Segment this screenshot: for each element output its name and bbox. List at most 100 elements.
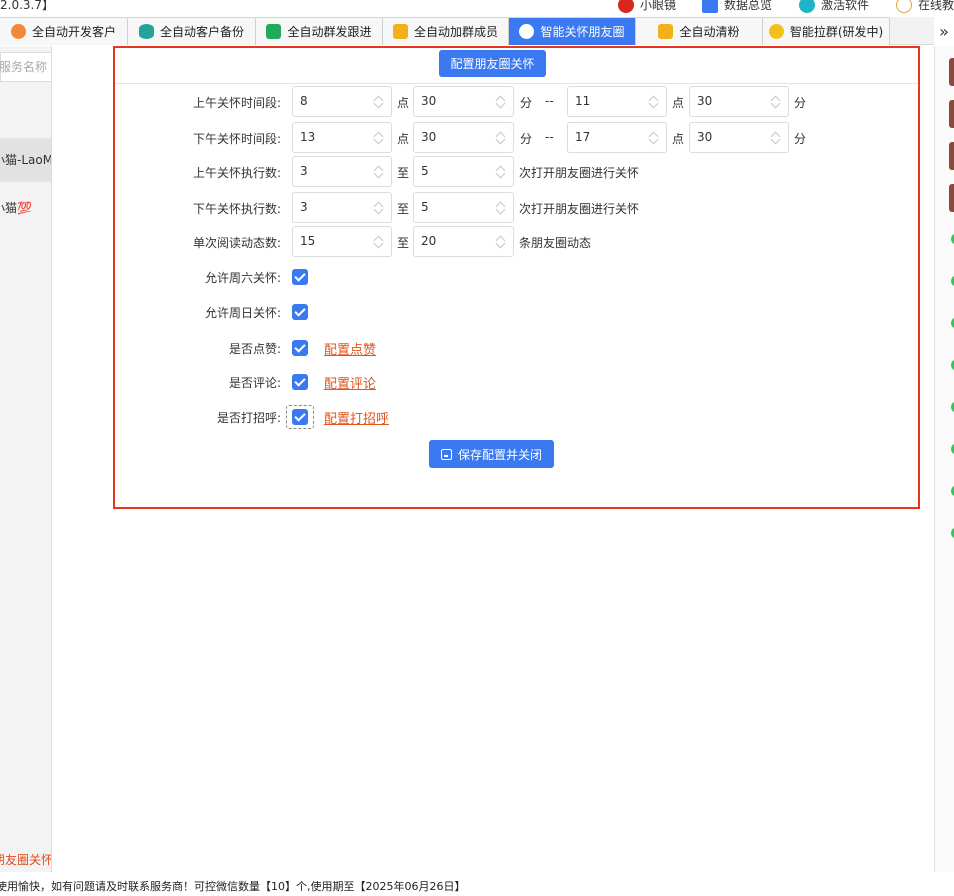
- right-avatar-strip: [934, 46, 954, 872]
- config-moments-care-button[interactable]: 配置朋友圈关怀: [439, 50, 546, 77]
- help-link[interactable]: 在线教: [896, 0, 954, 13]
- read-count-label: 单次阅读动态数:: [192, 236, 281, 250]
- tab-moments-care[interactable]: 智能关怀朋友圈: [509, 17, 636, 45]
- read-count-suffix: 条朋友圈动态: [519, 236, 592, 250]
- pm-end-hour-input[interactable]: 17: [567, 122, 667, 153]
- minute-unit: 分: [794, 96, 807, 110]
- am-end-minute-input[interactable]: 30: [689, 86, 789, 117]
- top-strip: 2.0.3.7】 小眼镜 数据总览 激活软件 在线教: [0, 0, 954, 14]
- hour-unit: 点: [397, 132, 410, 146]
- pm-count-suffix: 次打开朋友圈进行关怀: [519, 202, 640, 216]
- am-start-minute-input[interactable]: 30: [413, 86, 514, 117]
- status-bar: 使用愉快，如有问题请及时联系服务商！可控微信数量【10】个,使用期至【2025年…: [0, 880, 466, 893]
- data-overview-link[interactable]: 数据总览: [702, 0, 772, 13]
- allow-sunday-label: 允许周日关怀:: [204, 306, 281, 320]
- save-disk-icon: [440, 448, 452, 460]
- avatar[interactable]: [949, 184, 954, 212]
- to-unit: 至: [397, 166, 410, 180]
- tab-auto-add-group[interactable]: 全自动加群成员: [383, 17, 509, 45]
- tab-label: 智能关怀朋友圈: [540, 25, 625, 39]
- allow-saturday-checkbox[interactable]: [292, 269, 308, 285]
- chat-icon: [266, 24, 282, 39]
- config-like-link[interactable]: 配置点赞: [324, 339, 376, 358]
- enable-like-checkbox[interactable]: [292, 340, 308, 356]
- save-and-close-button[interactable]: 保存配置并关闭: [429, 440, 554, 468]
- tab-label: 全自动开发客户: [31, 25, 116, 39]
- am-count-label: 上午关怀执行数:: [192, 166, 281, 180]
- am-count-suffix: 次打开朋友圈进行关怀: [519, 166, 640, 180]
- hour-unit: 点: [397, 96, 410, 110]
- range-separator: --: [545, 130, 554, 144]
- help-label: 在线教: [918, 0, 954, 12]
- pm-count-min-input[interactable]: 3: [292, 192, 392, 223]
- pm-start-minute-input[interactable]: 30: [413, 122, 514, 153]
- database-icon: [138, 24, 154, 39]
- broom-icon: [658, 24, 674, 39]
- enable-greet-checkbox[interactable]: [292, 409, 308, 425]
- enable-comment-label: 是否评论:: [228, 376, 281, 390]
- config-comment-link[interactable]: 配置评论: [324, 373, 376, 392]
- header-divider: [115, 83, 918, 84]
- read-count-min-input[interactable]: 15: [292, 226, 392, 257]
- enable-greet-label: 是否打招呼:: [216, 411, 281, 425]
- am-start-hour-input[interactable]: 8: [292, 86, 392, 117]
- am-count-max-input[interactable]: 5: [413, 156, 514, 187]
- tab-smart-group[interactable]: 智能拉群(研发中): [763, 17, 890, 45]
- tab-auto-develop[interactable]: 全自动开发客户: [0, 17, 128, 45]
- allow-sunday-checkbox[interactable]: [292, 304, 308, 320]
- pm-count-label: 下午关怀执行数:: [192, 202, 281, 216]
- moments-care-status: 朋友圈关怀 (: [0, 853, 52, 867]
- am-count-min-input[interactable]: 3: [292, 156, 392, 187]
- document-icon: [702, 0, 718, 13]
- moments-care-config-panel: 配置朋友圈关怀 上午关怀时间段: 8 点 30 分 -- 11 点 30 分 下…: [113, 46, 920, 509]
- avatar[interactable]: [949, 58, 954, 86]
- list-item[interactable]: 小猫-LaoMao: [0, 138, 51, 182]
- pm-time-label: 下午关怀时间段:: [192, 132, 281, 146]
- list-item[interactable]: [0, 88, 51, 132]
- tab-auto-broadcast[interactable]: 全自动群发跟进: [256, 17, 383, 45]
- hour-unit: 点: [672, 132, 685, 146]
- coin-icon: [768, 24, 784, 39]
- glasses-label: 小眼镜: [640, 0, 677, 12]
- tab-label: 智能拉群(研发中): [789, 25, 884, 39]
- moments-icon: [519, 24, 535, 39]
- minute-unit: 分: [520, 96, 533, 110]
- contact-icon: [392, 24, 408, 39]
- allow-saturday-label: 允许周六关怀:: [204, 271, 281, 285]
- pm-start-hour-input[interactable]: 13: [292, 122, 392, 153]
- am-time-label: 上午关怀时间段:: [192, 96, 281, 110]
- tab-auto-clean[interactable]: 全自动清粉: [636, 17, 763, 45]
- list-item[interactable]: 小猫💯: [0, 186, 51, 230]
- tab-label: 全自动清粉: [679, 25, 740, 39]
- glasses-icon: [618, 0, 634, 13]
- account-list-panel: 服务名称 小猫-LaoMao 小猫💯 朋友圈关怀 (: [0, 46, 52, 872]
- tab-scroll-right-button[interactable]: »: [934, 17, 954, 45]
- data-overview-label: 数据总览: [724, 0, 773, 12]
- activate-label: 激活软件: [821, 0, 870, 12]
- glasses-link[interactable]: 小眼镜: [618, 0, 676, 13]
- activate-link[interactable]: 激活软件: [799, 0, 869, 13]
- config-greet-link[interactable]: 配置打招呼: [324, 408, 389, 427]
- minute-unit: 分: [520, 132, 533, 146]
- tab-bar: 全自动开发客户 全自动客户备份 全自动群发跟进 全自动加群成员 智能关怀朋友圈 …: [0, 17, 934, 45]
- avatar[interactable]: [949, 142, 954, 170]
- service-search-input[interactable]: 服务名称: [0, 52, 51, 82]
- read-count-max-input[interactable]: 20: [413, 226, 514, 257]
- tab-label: 全自动客户备份: [159, 25, 244, 39]
- pm-end-minute-input[interactable]: 30: [689, 122, 789, 153]
- am-end-hour-input[interactable]: 11: [567, 86, 667, 117]
- minute-unit: 分: [794, 132, 807, 146]
- pm-count-max-input[interactable]: 5: [413, 192, 514, 223]
- help-icon: [896, 0, 912, 13]
- tab-auto-backup[interactable]: 全自动客户备份: [128, 17, 256, 45]
- to-unit: 至: [397, 236, 410, 250]
- tab-label: 全自动加群成员: [413, 25, 498, 39]
- range-separator: --: [545, 94, 554, 108]
- tab-label: 全自动群发跟进: [287, 25, 372, 39]
- avatar[interactable]: [949, 100, 954, 128]
- enable-comment-checkbox[interactable]: [292, 374, 308, 390]
- save-label: 保存配置并关闭: [457, 447, 542, 462]
- enable-like-label: 是否点赞:: [228, 342, 281, 356]
- shield-icon: [799, 0, 815, 13]
- to-unit: 至: [397, 202, 410, 216]
